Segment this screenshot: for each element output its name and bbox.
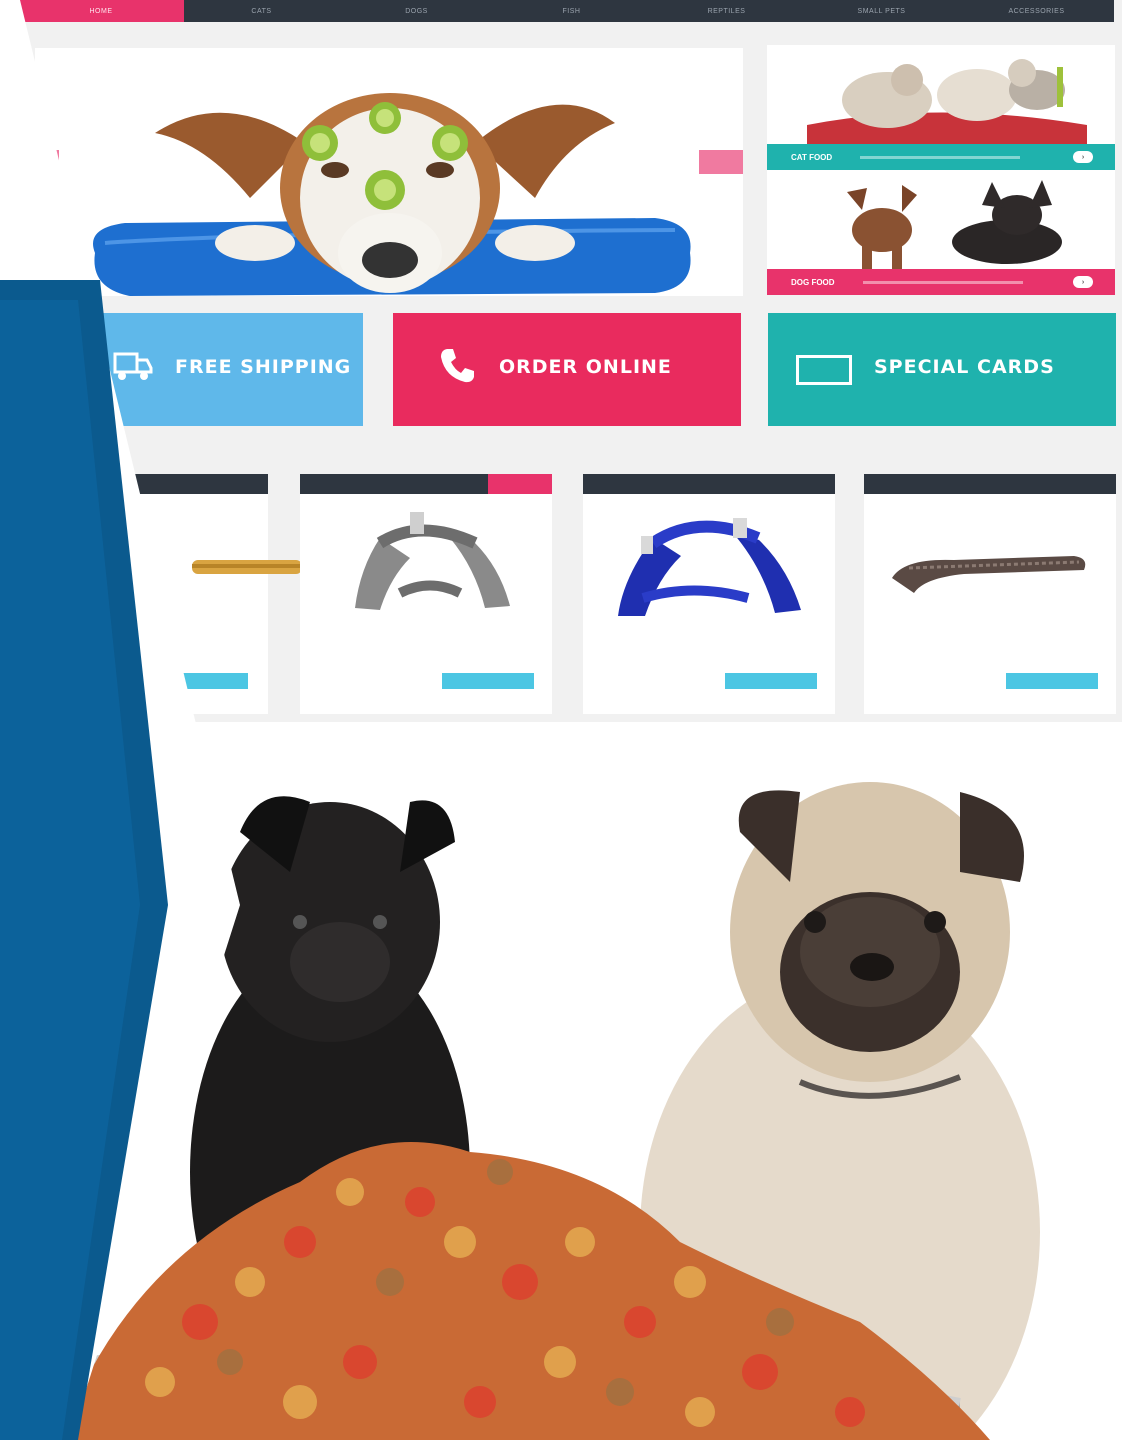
product-name[interactable] [864,474,1116,494]
cat-food-label: Cat Food [791,152,833,162]
special-cards-tile[interactable]: SPECIAL CARDS [768,313,1116,426]
cat-food-banner[interactable]: Cat Food › [767,45,1115,170]
product-name[interactable] [583,474,835,494]
slider-next-button[interactable] [699,150,743,174]
product-card [583,474,835,714]
add-to-cart-button[interactable] [1006,673,1098,689]
banner-arrow-icon[interactable]: › [1073,151,1093,163]
sale-badge [488,474,552,494]
nav-item-dogs[interactable]: Dogs [339,0,494,22]
order-online-title: ORDER ONLINE [499,355,672,378]
product-harness-grey-image [355,512,510,610]
banner-description [860,155,1021,159]
phone-icon [437,345,477,395]
product-leash-image [892,556,1086,593]
nav-item-fish[interactable]: Fish [494,0,649,22]
card-icon [796,354,852,385]
chevron-arrow-icon [0,0,240,1440]
nav-item-reptiles[interactable]: Reptiles [649,0,804,22]
product-card [864,474,1116,714]
dog-food-label: Dog Food [791,277,835,287]
nav-item-accessories[interactable]: Accessories [959,0,1114,22]
product-harness-blue-image [618,518,801,616]
add-to-cart-button[interactable] [442,673,534,689]
dog-food-banner[interactable]: Dog Food › [767,170,1115,295]
cat-food-bar: Cat Food › [767,144,1115,170]
nav-item-small-pets[interactable]: Small Pets [804,0,959,22]
banner-description [862,280,1023,284]
dog-food-bar: Dog Food › [767,269,1115,295]
special-cards-title: SPECIAL CARDS [874,355,1055,378]
order-online-tile[interactable]: ORDER ONLINE [393,313,741,426]
product-card [300,474,552,714]
banner-arrow-icon[interactable]: › [1073,276,1093,288]
add-to-cart-button[interactable] [725,673,817,689]
